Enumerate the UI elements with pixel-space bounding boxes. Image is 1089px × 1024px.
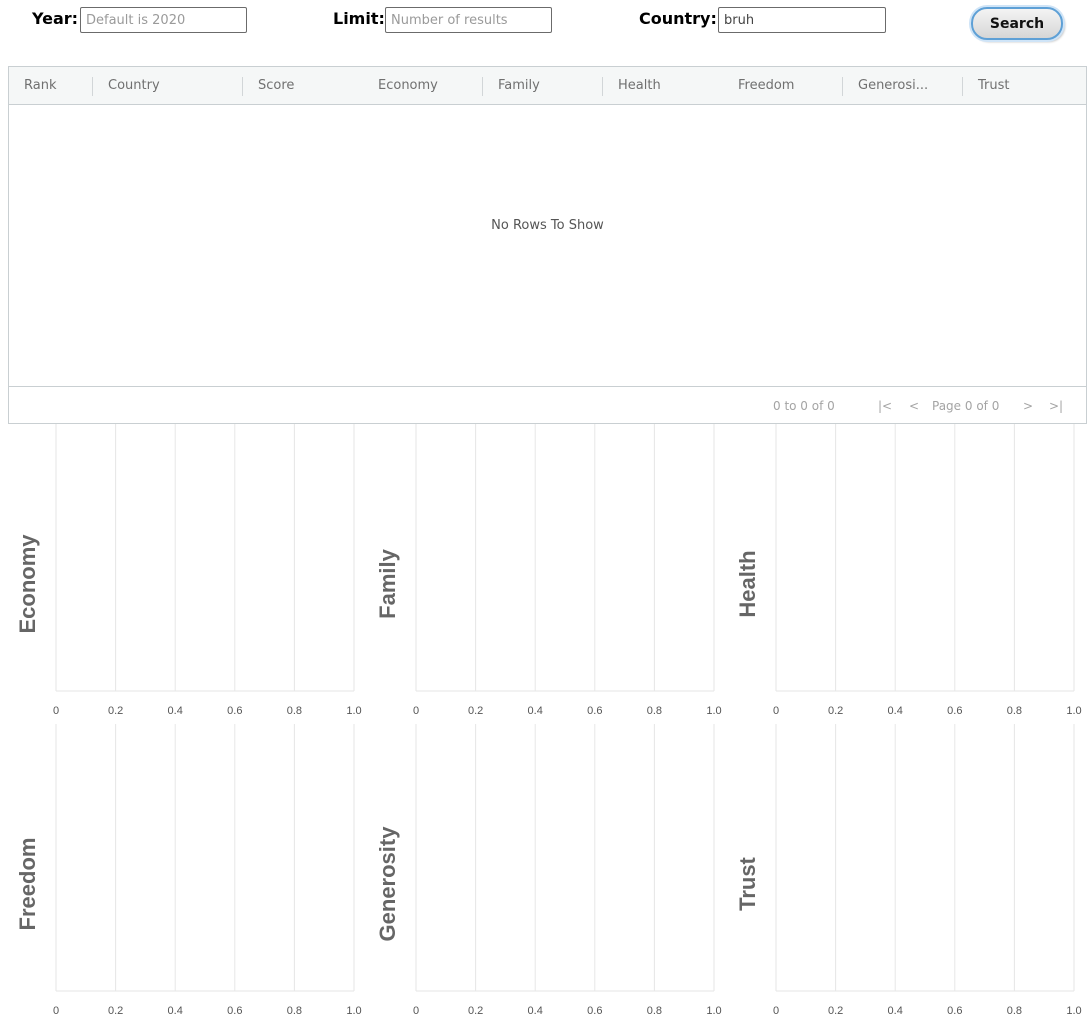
x-tick-label: 0.6 — [227, 1005, 243, 1017]
x-tick-label: 0.6 — [587, 705, 603, 717]
column-resize-handle[interactable] — [842, 77, 843, 96]
x-tick-label: 0.4 — [887, 1005, 903, 1017]
x-tick-label: 0.8 — [1006, 705, 1023, 717]
y-axis-label: Freedom — [15, 837, 40, 930]
x-tick-label: 0.4 — [887, 705, 903, 717]
chart-health: 0 0.2 0.4 0.6 0.8 1.0 Health — [720, 424, 1082, 724]
y-axis-label: Economy — [15, 533, 40, 634]
x-tick-label: 1.0 — [1066, 1005, 1082, 1017]
x-tick-label: 0 — [52, 705, 60, 717]
country-input[interactable] — [718, 7, 886, 33]
column-resize-handle[interactable] — [242, 77, 243, 96]
x-tick-label: 0.4 — [167, 1005, 183, 1017]
x-tick-label: 0.2 — [467, 1005, 484, 1017]
column-header-rank[interactable]: Rank — [24, 67, 56, 105]
chart-trust: 0 0.2 0.4 0.6 0.8 1.0 Trust — [720, 724, 1082, 1024]
chart-freedom: 0 0.2 0.4 0.6 0.8 1.0 Freedom — [0, 724, 362, 1024]
column-resize-handle[interactable] — [92, 77, 93, 96]
x-tick-label: 0.8 — [286, 705, 303, 717]
year-label: Year: — [32, 9, 79, 28]
x-tick-label: 1.0 — [1066, 705, 1082, 717]
chart-economy: 0 0.2 0.4 0.6 0.8 1.0 Economy — [0, 424, 362, 724]
y-axis-label: Family — [375, 548, 400, 619]
x-tick-label: 0.2 — [107, 705, 124, 717]
y-axis-label: Trust — [735, 856, 760, 911]
x-tick-label: 0.6 — [227, 705, 243, 717]
x-tick-label: 0.6 — [587, 1005, 603, 1017]
column-header-country[interactable]: Country — [108, 67, 160, 105]
column-resize-handle[interactable] — [602, 77, 603, 96]
x-tick-label: 0 — [772, 1005, 780, 1017]
country-label: Country: — [639, 9, 717, 28]
x-tick-label: 0.2 — [467, 705, 484, 717]
page-indicator: Page 0 of 0 — [932, 399, 1000, 413]
column-header-score[interactable]: Score — [258, 67, 294, 105]
x-tick-label: 0 — [412, 1005, 420, 1017]
pagination-bar: 0 to 0 of 0 |< < Page 0 of 0 > >| — [9, 386, 1086, 424]
year-input[interactable] — [80, 7, 247, 33]
x-tick-label: 0.4 — [167, 705, 183, 717]
grid-header: Rank Country Score Economy Family Health… — [9, 67, 1086, 105]
chart-family: 0 0.2 0.4 0.6 0.8 1.0 Family — [360, 424, 722, 724]
chart-svg — [775, 724, 1075, 992]
x-tick-label: 0.6 — [947, 1005, 963, 1017]
x-tick-label: 0 — [52, 1005, 60, 1017]
column-header-trust[interactable]: Trust — [978, 67, 1009, 105]
x-tick-label: 0.4 — [527, 705, 543, 717]
x-tick-label: 0.2 — [107, 1005, 124, 1017]
chart-generosity: 0 0.2 0.4 0.6 0.8 1.0 Generosity — [360, 724, 722, 1024]
search-bar: Year: Limit: Country: Search — [0, 0, 1089, 60]
x-tick-label: 0 — [412, 705, 420, 717]
pagination-summary: 0 to 0 of 0 — [773, 399, 835, 413]
x-tick-label: 0.8 — [646, 1005, 663, 1017]
first-page-icon[interactable]: |< — [878, 387, 892, 425]
column-header-generosity[interactable]: Generosi... — [858, 67, 928, 105]
chart-svg — [55, 724, 355, 992]
column-resize-handle[interactable] — [482, 77, 483, 96]
column-header-economy[interactable]: Economy — [378, 67, 438, 105]
previous-page-icon[interactable]: < — [909, 387, 919, 425]
column-header-family[interactable]: Family — [498, 67, 540, 105]
results-grid: Rank Country Score Economy Family Health… — [8, 66, 1087, 424]
no-rows-message: No Rows To Show — [491, 218, 604, 233]
column-header-freedom[interactable]: Freedom — [738, 67, 794, 105]
chart-svg — [55, 424, 355, 692]
x-tick-label: 0.2 — [827, 705, 844, 717]
grid-body: No Rows To Show — [9, 105, 1086, 386]
x-tick-label: 0.8 — [646, 705, 663, 717]
y-axis-label: Health — [735, 549, 760, 618]
x-tick-label: 0.6 — [947, 705, 963, 717]
limit-label: Limit: — [333, 9, 385, 28]
limit-input[interactable] — [385, 7, 552, 33]
chart-svg — [775, 424, 1075, 692]
x-tick-label: 0.8 — [1006, 1005, 1023, 1017]
x-tick-label: 0.2 — [827, 1005, 844, 1017]
next-page-icon[interactable]: > — [1023, 387, 1033, 425]
chart-svg — [415, 724, 715, 992]
x-tick-label: 0 — [772, 705, 780, 717]
chart-svg — [415, 424, 715, 692]
column-header-health[interactable]: Health — [618, 67, 661, 105]
column-resize-handle[interactable] — [962, 77, 963, 96]
search-button[interactable]: Search — [971, 7, 1063, 40]
last-page-icon[interactable]: >| — [1049, 387, 1063, 425]
y-axis-label: Generosity — [375, 826, 400, 941]
x-tick-label: 0.8 — [286, 1005, 303, 1017]
x-tick-label: 0.4 — [527, 1005, 543, 1017]
